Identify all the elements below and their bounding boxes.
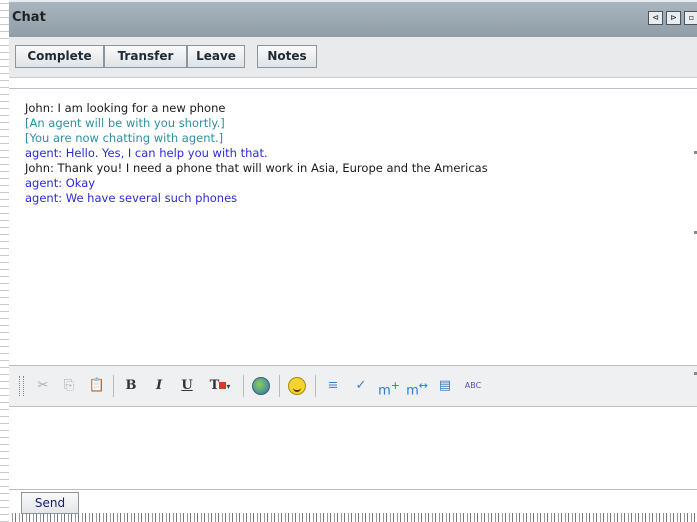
transcript-line: John: Thank you! I need a phone that wil… (25, 161, 488, 175)
toolbar-separator (279, 375, 280, 397)
dock-right-icon[interactable]: ⊳ (666, 11, 681, 25)
transfer-button[interactable]: Transfer (104, 45, 187, 68)
properties-icon[interactable]: ▤ (433, 374, 457, 398)
complete-button[interactable]: Complete (15, 45, 104, 68)
transcript-line: agent: Okay (25, 176, 96, 190)
add-macro-glyph: m (378, 383, 391, 399)
torn-bottom-edge (9, 513, 697, 522)
chat-transcript[interactable]: John: I am looking for a new phone [An a… (9, 88, 697, 366)
chat-window: Chat ⊲ ⊳ ▫ Complete Transfer Leave Notes… (9, 0, 697, 514)
italic-icon[interactable]: I (147, 374, 171, 398)
toolbar-grip[interactable] (19, 376, 24, 396)
notes-button[interactable]: Notes (257, 45, 317, 68)
cut-icon[interactable]: ✂ (31, 374, 55, 398)
text-color-glyph: T (209, 378, 220, 393)
merge-macro-icon[interactable]: m↔ (405, 374, 429, 398)
merge-macro-glyph: m (406, 383, 419, 399)
transcript-line: John: I am looking for a new phone (25, 101, 226, 115)
toolbar-separator (243, 375, 244, 397)
transcript-line: [An agent will be with you shortly.] (25, 116, 225, 130)
underline-icon[interactable]: U (175, 374, 199, 398)
emoticon-icon[interactable] (285, 374, 309, 398)
title-controls: ⊲ ⊳ ▫ (648, 11, 697, 25)
spellcheck-icon[interactable]: ABC (461, 374, 485, 398)
insert-line-icon[interactable]: ≡ (321, 374, 345, 398)
torn-left-edge (0, 0, 9, 522)
toolbar-separator (315, 375, 316, 397)
editor-toolbar: ✂ ⎘ 📋 B I U T ▾ ≡ ✓ m+ m↔ ▤ ABC (9, 366, 697, 407)
bold-icon[interactable]: B (119, 374, 143, 398)
clear-format-icon[interactable]: ✓ (349, 374, 373, 398)
transcript-line: [You are now chatting with agent.] (25, 131, 224, 145)
text-color-icon[interactable]: T ▾ (203, 374, 237, 398)
globe-icon (252, 376, 270, 395)
send-button[interactable]: Send (21, 492, 79, 514)
dock-left-icon[interactable]: ⊲ (648, 11, 663, 25)
add-macro-icon[interactable]: m+ (377, 374, 401, 398)
dropdown-arrow-icon: ▾ (226, 382, 231, 391)
insert-link-icon[interactable] (249, 374, 273, 398)
leave-button[interactable]: Leave (187, 45, 245, 68)
message-input[interactable] (9, 407, 697, 490)
title-bar: Chat ⊲ ⊳ ▫ (9, 0, 697, 39)
restore-icon[interactable]: ▫ (684, 11, 697, 25)
toolbar-separator (113, 375, 114, 397)
smile-icon (288, 376, 306, 395)
action-toolbar: Complete Transfer Leave Notes (9, 37, 697, 78)
window-title: Chat (12, 10, 46, 25)
paste-icon[interactable]: 📋 (85, 374, 109, 398)
transcript-line: agent: Hello. Yes, I can help you with t… (25, 146, 268, 160)
spellcheck-label: ABC (464, 381, 482, 390)
transcript-line: agent: We have several such phones (25, 191, 238, 205)
copy-icon[interactable]: ⎘ (57, 374, 81, 398)
